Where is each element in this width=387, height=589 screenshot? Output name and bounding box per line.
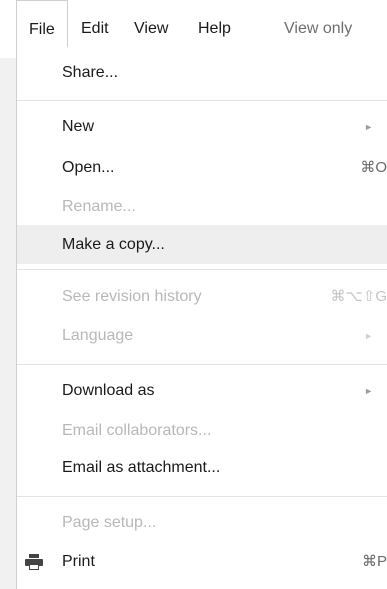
menu-item-label: Rename...: [62, 198, 136, 215]
menu-item-shortcut: ⌘⌥⇧G: [330, 288, 387, 305]
file-menu-dropdown: Share... New ► Open... ⌘O Rename... Make…: [16, 46, 387, 589]
menu-item-label: Email as attachment...: [62, 459, 221, 476]
menu-separator: [17, 364, 387, 365]
menu-item-rename: Rename...: [17, 189, 387, 225]
menu-edit[interactable]: Edit: [81, 0, 109, 46]
menu-item-page-setup: Page setup...: [17, 505, 387, 541]
menu-item-shortcut: ⌘P: [361, 553, 387, 570]
menu-item-label: Make a copy...: [62, 236, 165, 253]
submenu-arrow-icon: ►: [364, 331, 373, 341]
document-background: [0, 58, 16, 589]
menu-item-see-revision-history: See revision history ⌘⌥⇧G: [17, 279, 387, 315]
menu-item-share[interactable]: Share...: [17, 55, 387, 91]
menu-item-label: New: [62, 118, 95, 135]
menu-item-email-collaborators: Email collaborators...: [17, 413, 387, 449]
menu-item-open[interactable]: Open... ⌘O: [17, 150, 387, 186]
menu-item-label: Page setup...: [62, 514, 157, 531]
menu-item-print[interactable]: Print ⌘P: [17, 544, 387, 580]
menu-separator: [17, 496, 387, 497]
printer-icon: [25, 554, 43, 570]
app-window: File Edit View Help View only Share... N…: [0, 0, 387, 589]
menu-item-download-as[interactable]: Download as ►: [17, 373, 387, 409]
menu-item-label: Open...: [62, 159, 115, 176]
menu-item-new[interactable]: New ►: [17, 109, 387, 145]
menu-item-label: Email collaborators...: [62, 422, 212, 439]
menu-item-label: Download as: [62, 382, 155, 399]
submenu-arrow-icon: ►: [364, 122, 373, 132]
menu-help[interactable]: Help: [198, 0, 231, 46]
menu-item-label: Share...: [62, 64, 119, 81]
menu-view[interactable]: View: [134, 0, 168, 46]
view-only-badge: View only: [284, 20, 353, 37]
submenu-arrow-icon: ►: [364, 386, 373, 396]
menu-item-make-a-copy[interactable]: Make a copy...: [17, 225, 387, 264]
menu-separator: [17, 100, 387, 101]
menu-item-label: Print: [62, 553, 95, 570]
menu-item-label: See revision history: [62, 288, 202, 305]
menu-item-label: Language: [62, 327, 134, 344]
menu-item-language: Language ►: [17, 318, 387, 354]
menu-separator: [17, 269, 387, 270]
menu-item-email-as-attachment[interactable]: Email as attachment...: [17, 450, 387, 486]
menu-bar: File Edit View Help View only: [0, 0, 387, 47]
menu-item-shortcut: ⌘O: [360, 159, 387, 176]
menu-file[interactable]: File: [16, 0, 68, 47]
